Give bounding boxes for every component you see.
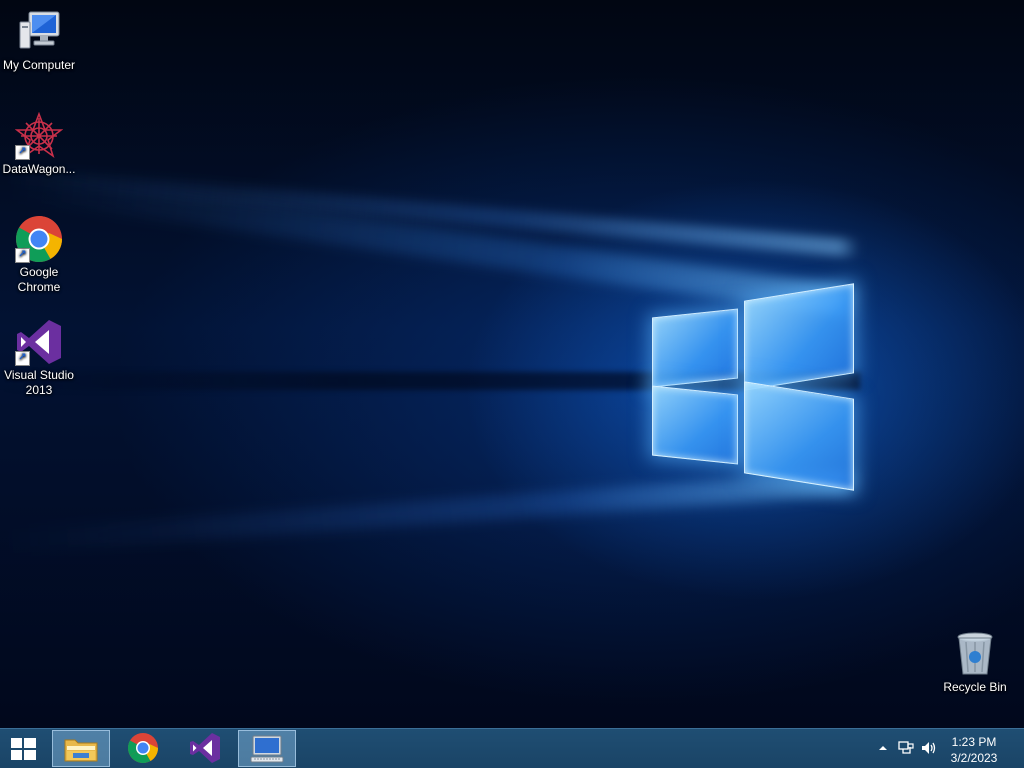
clock[interactable]: 1:23 PM 3/2/2023 xyxy=(944,734,1004,766)
desktop-icon-label: Google Chrome xyxy=(17,265,61,294)
desktop-icon-datawagon[interactable]: ↗ DataWagon... xyxy=(0,111,78,177)
taskbar-google-chrome[interactable] xyxy=(114,730,172,767)
show-hidden-icons-icon[interactable] xyxy=(878,742,888,756)
clock-time: 1:23 PM xyxy=(951,735,997,749)
wallpaper-logo-pane xyxy=(652,308,738,388)
system-tray: 1:23 PM 3/2/2023 xyxy=(864,729,1024,769)
recycle-bin-icon xyxy=(951,630,999,678)
visual-studio-icon xyxy=(190,733,220,763)
network-icon[interactable] xyxy=(898,740,914,759)
taskbar-remote-desktop[interactable] xyxy=(238,730,296,767)
desktop-icon-label: DataWagon... xyxy=(2,162,76,176)
taskbar: 1:23 PM 3/2/2023 xyxy=(0,728,1024,768)
volume-icon[interactable] xyxy=(920,740,938,759)
wallpaper-logo-pane xyxy=(652,385,738,465)
wallpaper-logo-pane xyxy=(744,283,854,391)
shortcut-arrow-icon: ↗ xyxy=(15,248,30,263)
desktop-icon-label: My Computer xyxy=(2,58,76,72)
light-beam xyxy=(1,165,1024,273)
windows-logo-icon xyxy=(11,738,36,760)
datawagon-icon: ↗ xyxy=(14,111,64,160)
computer-icon xyxy=(15,8,63,56)
visual-studio-icon: ↗ xyxy=(15,318,63,366)
desktop-icon-recycle-bin[interactable]: Recycle Bin xyxy=(936,630,1014,695)
taskbar-file-explorer[interactable] xyxy=(52,730,110,767)
monitor-keyboard-icon xyxy=(250,735,284,763)
chrome-icon xyxy=(127,733,158,764)
chrome-icon: ↗ xyxy=(15,215,63,263)
start-button[interactable] xyxy=(0,730,46,767)
desktop-icon-my-computer[interactable]: My Computer xyxy=(0,8,78,73)
clock-date: 3/2/2023 xyxy=(950,751,998,765)
shortcut-arrow-icon: ↗ xyxy=(15,351,30,366)
desktop-icon-visual-studio[interactable]: ↗ Visual Studio 2013 xyxy=(0,318,78,398)
wallpaper-logo-pane xyxy=(744,381,854,491)
folder-icon xyxy=(64,739,98,762)
desktop-icon-label: Recycle Bin xyxy=(943,680,1007,694)
light-beam xyxy=(4,168,1023,341)
light-beam xyxy=(2,458,1024,554)
desktop-icon-google-chrome[interactable]: ↗ Google Chrome xyxy=(0,215,78,295)
desktop-icon-label: Visual Studio 2013 xyxy=(4,368,74,397)
desktop[interactable]: My Computer ↗ DataWagon... ↗ Google Chro… xyxy=(0,0,1024,728)
shortcut-arrow-icon: ↗ xyxy=(15,145,30,160)
taskbar-visual-studio[interactable] xyxy=(176,730,234,767)
